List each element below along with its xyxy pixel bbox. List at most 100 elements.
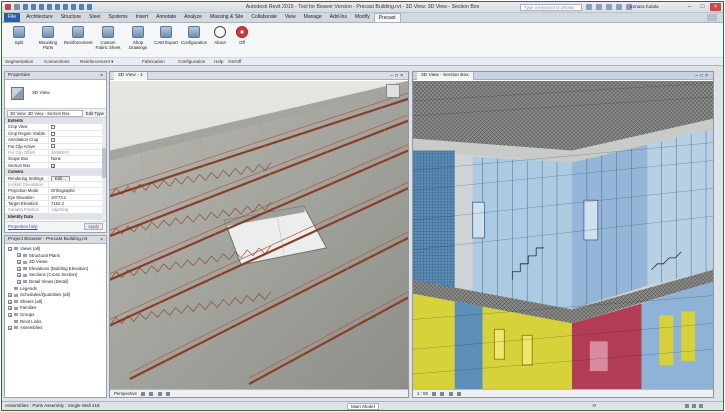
visual-style-icon[interactable] bbox=[432, 391, 437, 396]
shop-drawings-button[interactable]: Shop Drawings bbox=[124, 26, 152, 50]
collapse-icon[interactable]: − bbox=[8, 246, 12, 251]
expand-icon[interactable]: + bbox=[17, 279, 21, 284]
property-value[interactable] bbox=[49, 131, 106, 136]
apply-button[interactable]: Apply bbox=[84, 222, 103, 230]
property-value[interactable]: None bbox=[49, 156, 106, 161]
browser-node[interactable]: + Families bbox=[5, 305, 106, 312]
filter-icon[interactable] bbox=[685, 404, 689, 408]
reinforcement-button[interactable]: Reinforcement bbox=[64, 26, 93, 45]
tab-modify[interactable]: Modify bbox=[351, 13, 374, 22]
fabric-sheet-button[interactable]: Custom Fabric Sheet bbox=[94, 26, 122, 50]
search-icon[interactable] bbox=[586, 4, 592, 10]
minimize-icon[interactable]: – bbox=[684, 3, 695, 11]
tab-steel[interactable]: Steel bbox=[85, 13, 104, 22]
property-value[interactable]: Edit... bbox=[49, 175, 106, 181]
view-3d-section-box[interactable]: 3D View - Section Box –□× 1: 50 bbox=[412, 71, 714, 398]
instance-dropdown[interactable]: 3D View: 3D View - Section Box bbox=[7, 109, 83, 117]
link-icon[interactable] bbox=[692, 404, 696, 408]
tab-insert[interactable]: Insert bbox=[132, 13, 153, 22]
tab-collaborate[interactable]: Collaborate bbox=[247, 13, 281, 22]
expand-icon[interactable]: + bbox=[8, 312, 12, 317]
property-value[interactable] bbox=[49, 137, 106, 143]
property-group-label[interactable]: Identity Data bbox=[5, 214, 106, 219]
close-icon[interactable]: × bbox=[100, 72, 103, 80]
signed-in-user[interactable]: tomasz.fudala bbox=[630, 4, 659, 9]
edit-button[interactable]: Edit... bbox=[51, 175, 70, 181]
property-value[interactable]: Orthographic bbox=[49, 188, 106, 193]
browser-node[interactable]: Legends bbox=[5, 286, 106, 293]
browser-node[interactable]: + Sheets (all) bbox=[5, 299, 106, 306]
browser-node[interactable]: + Schedules/Quantities (all) bbox=[5, 292, 106, 299]
view-scale[interactable]: 1 : 50 bbox=[417, 391, 428, 396]
property-value[interactable] bbox=[49, 182, 106, 187]
properties-scrollbar[interactable] bbox=[102, 118, 106, 221]
browser-node[interactable]: +3D Views bbox=[5, 259, 106, 266]
sun-path-icon[interactable] bbox=[149, 391, 154, 396]
browser-node[interactable]: + Sections (Cross Section) bbox=[5, 272, 106, 279]
expand-icon[interactable]: + bbox=[17, 266, 21, 271]
browser-node[interactable]: − Views (all) bbox=[5, 246, 106, 253]
building-section-render[interactable] bbox=[413, 80, 713, 391]
tab-add-ins[interactable]: Add-Ins bbox=[326, 13, 351, 22]
checkbox[interactable] bbox=[51, 144, 55, 149]
tab-manage[interactable]: Manage bbox=[300, 13, 326, 22]
mounting-parts-button[interactable]: Mounting Parts bbox=[34, 26, 62, 50]
visual-style-icon[interactable] bbox=[141, 391, 146, 396]
property-value[interactable]: Adjusting bbox=[49, 207, 106, 212]
tab-massing-site[interactable]: Massing & Site bbox=[206, 13, 247, 22]
edit-type-button[interactable]: Edit Type bbox=[86, 111, 104, 116]
browser-node[interactable]: + Groups bbox=[5, 312, 106, 319]
property-value[interactable]: 10773.1 bbox=[49, 195, 106, 200]
floor-slab-render[interactable] bbox=[110, 80, 408, 391]
properties-help-link[interactable]: Properties help bbox=[8, 224, 38, 229]
property-value[interactable] bbox=[49, 144, 106, 149]
checkbox[interactable] bbox=[51, 131, 55, 136]
communication-icon[interactable] bbox=[606, 4, 612, 10]
viewcube-icon[interactable] bbox=[386, 84, 400, 98]
tab-systems[interactable]: Systems bbox=[104, 13, 131, 22]
search-input[interactable]: Type a keyword or phrase bbox=[520, 4, 582, 11]
checkbox[interactable] bbox=[51, 125, 55, 130]
tab-precast[interactable]: Precast bbox=[373, 13, 401, 22]
pinned-icon[interactable] bbox=[699, 404, 703, 408]
property-group-label[interactable]: Camera bbox=[5, 169, 106, 174]
shadows-icon[interactable] bbox=[157, 391, 162, 396]
property-value[interactable]: <None> bbox=[49, 220, 106, 221]
property-group-label[interactable]: Extents bbox=[5, 118, 106, 123]
panel-label[interactable]: Fabrication bbox=[142, 59, 165, 64]
expand-icon[interactable]: + bbox=[8, 293, 12, 298]
view-3d-1[interactable]: 3D View - 1 –□× Perspective bbox=[109, 71, 409, 398]
browser-node[interactable]: + Elevations (Building Elevation) bbox=[5, 266, 106, 273]
expand-icon[interactable]: + bbox=[8, 306, 12, 311]
panel-label[interactable]: On/Off bbox=[228, 59, 241, 64]
property-value[interactable] bbox=[49, 124, 106, 130]
panel-label[interactable]: Connections bbox=[44, 59, 70, 64]
panel-label[interactable]: Configuration bbox=[178, 59, 205, 64]
expand-icon[interactable]: + bbox=[17, 253, 21, 258]
sun-path-icon[interactable] bbox=[440, 391, 445, 396]
scrollbar-thumb[interactable] bbox=[102, 148, 106, 178]
split-button[interactable]: Split bbox=[5, 26, 33, 45]
tab-structure[interactable]: Structure bbox=[57, 13, 85, 22]
expand-icon[interactable]: + bbox=[8, 299, 12, 304]
view-scale[interactable]: Perspective bbox=[114, 391, 137, 396]
close-icon[interactable]: × bbox=[710, 3, 721, 11]
tab-annotate[interactable]: Annotate bbox=[152, 13, 180, 22]
panel-label[interactable]: Help bbox=[214, 59, 223, 64]
star-icon[interactable] bbox=[616, 4, 622, 10]
maximize-icon[interactable]: □ bbox=[697, 3, 708, 11]
browser-node[interactable]: + Structural Plans bbox=[5, 253, 106, 260]
expand-icon[interactable]: + bbox=[17, 260, 21, 265]
browser-node[interactable]: Revit Links bbox=[5, 319, 106, 326]
property-value[interactable]: 304800.0 bbox=[49, 150, 106, 155]
property-value[interactable]: 7152.3 bbox=[49, 201, 106, 206]
property-value[interactable] bbox=[49, 163, 106, 168]
panel-label[interactable]: Reinforcement ▾ bbox=[80, 59, 113, 65]
close-icon[interactable]: × bbox=[100, 236, 103, 244]
browser-node[interactable]: + Detail Views (Detail) bbox=[5, 279, 106, 286]
view-window-controls[interactable]: –□× bbox=[695, 72, 710, 80]
checkbox[interactable] bbox=[51, 163, 55, 168]
expand-icon[interactable]: + bbox=[8, 325, 12, 330]
view-tab-title[interactable]: 3D View - 1 bbox=[114, 72, 148, 80]
crop-view-icon[interactable] bbox=[456, 391, 461, 396]
